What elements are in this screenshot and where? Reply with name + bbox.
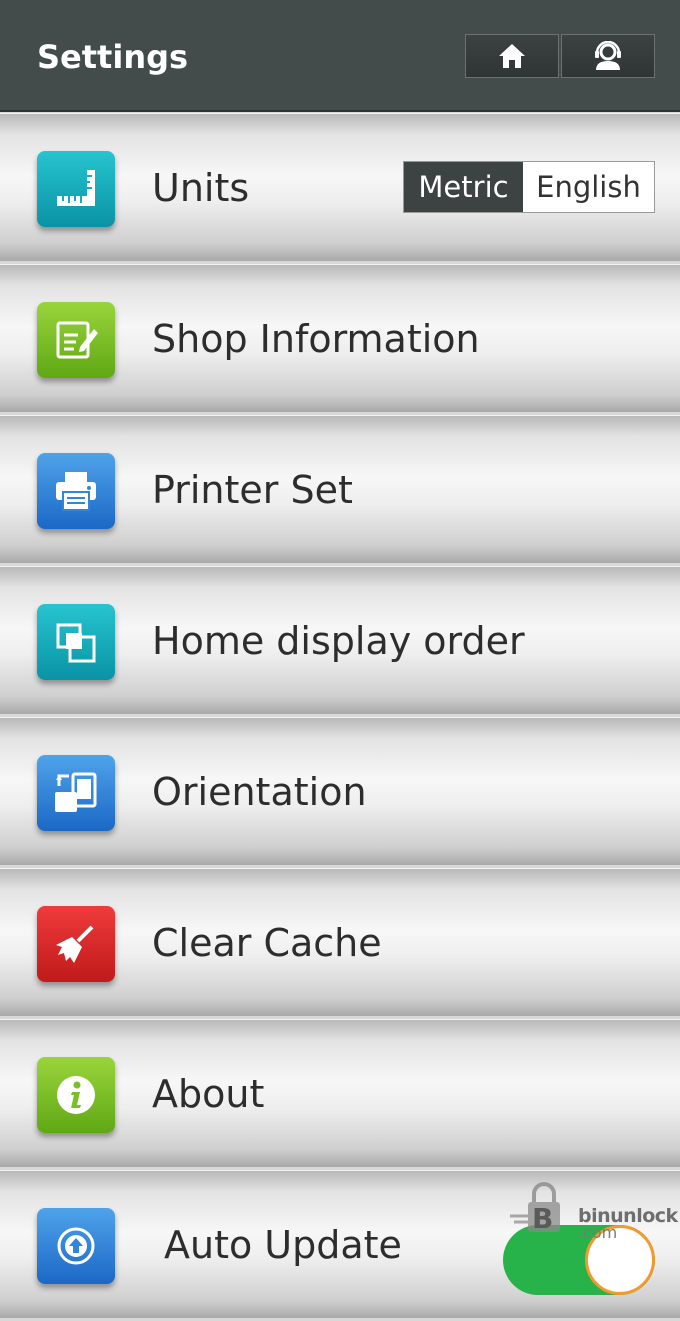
settings-item-label: Clear Cache (152, 921, 382, 965)
settings-item-units[interactable]: Units Metric English (0, 113, 680, 261)
settings-item-clear-cache[interactable]: Clear Cache (0, 868, 680, 1016)
app-header: Settings (0, 0, 680, 112)
auto-update-icon-tile (37, 1208, 115, 1284)
settings-item-home-display-order[interactable]: Home display order (0, 566, 680, 714)
page-title: Settings (37, 38, 189, 76)
settings-item-orientation[interactable]: Orientation (0, 717, 680, 865)
info-icon (57, 1076, 95, 1114)
units-icon-tile (37, 151, 115, 227)
printer-icon (56, 472, 96, 511)
settings-item-printer-set[interactable]: Printer Set (0, 415, 680, 563)
rotate-device-icon (55, 772, 97, 812)
units-option-english[interactable]: English (523, 162, 654, 212)
lock-logo-icon: B (510, 1182, 560, 1235)
orientation-icon-tile (37, 755, 115, 831)
settings-item-label: Auto Update (164, 1223, 402, 1267)
settings-item-label: Units (152, 166, 250, 210)
svg-text:B: B (532, 1202, 553, 1235)
settings-item-label: Home display order (152, 619, 525, 663)
settings-list: Units Metric English Shop Information Pr… (0, 113, 680, 1321)
header-actions (465, 34, 655, 78)
home-icon (499, 44, 525, 68)
home-display-order-icon-tile (37, 604, 115, 680)
home-button[interactable] (465, 34, 559, 78)
settings-item-shop-information[interactable]: Shop Information (0, 264, 680, 412)
settings-item-label: Orientation (152, 770, 367, 814)
printer-set-icon-tile (37, 453, 115, 529)
broom-icon (56, 925, 94, 963)
settings-item-about[interactable]: About (0, 1019, 680, 1167)
settings-item-label: About (152, 1072, 265, 1116)
ruler-icon (57, 170, 95, 206)
shop-information-icon-tile (37, 302, 115, 378)
support-agent-icon (595, 41, 621, 70)
update-arrow-icon (57, 1227, 95, 1265)
support-button[interactable] (561, 34, 655, 78)
settings-item-label: Printer Set (152, 468, 353, 512)
watermark-domain: .com (578, 1223, 618, 1242)
units-option-metric[interactable]: Metric (404, 162, 523, 212)
clear-cache-icon-tile (37, 906, 115, 982)
settings-item-label: Shop Information (152, 317, 480, 361)
layers-icon (56, 623, 96, 663)
edit-document-icon (56, 321, 98, 359)
units-segmented-control: Metric English (403, 161, 655, 213)
about-icon-tile (37, 1057, 115, 1133)
